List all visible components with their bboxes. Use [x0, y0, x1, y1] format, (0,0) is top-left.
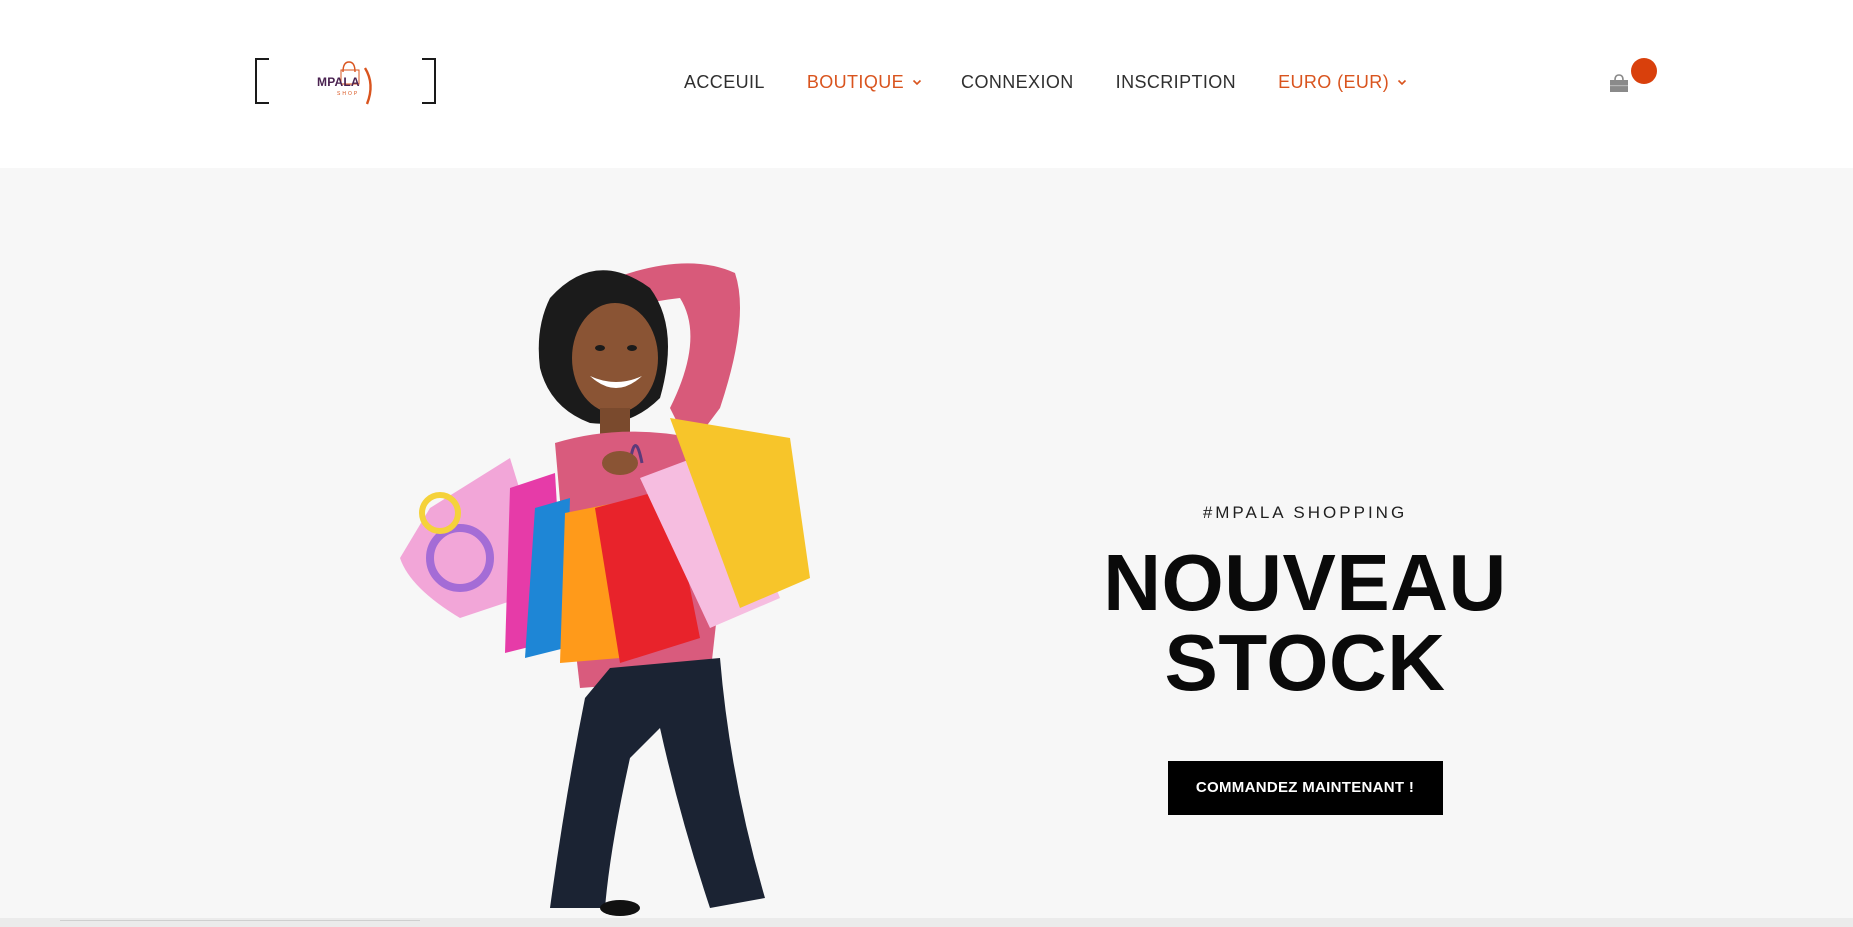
nav-item-label: BOUTIQUE: [806, 71, 905, 92]
nav-item-inscription[interactable]: INSCRIPTION: [1116, 72, 1236, 93]
nav-item-label: INSCRIPTION: [1115, 71, 1237, 92]
nav-item-acceuil[interactable]: ACCEUIL: [684, 72, 765, 93]
nav-item-boutique[interactable]: BOUTIQUE: [807, 72, 923, 93]
chevron-down-icon: [912, 79, 922, 86]
hero-title: NOUVEAU STOCK: [1103, 538, 1507, 707]
nav-item-connexion[interactable]: CONNEXION: [961, 72, 1074, 93]
nav-item-label: CONNEXION: [961, 71, 1074, 92]
hero-content: #MPALA SHOPPING NOUVEAU STOCK COMMANDEZ …: [960, 503, 1650, 815]
hero-tagline: #MPALA SHOPPING: [1202, 503, 1408, 522]
logo-bracket-right: [422, 58, 436, 104]
currency-selector[interactable]: EURO (EUR): [1278, 72, 1408, 93]
cart-button[interactable]: [1604, 56, 1658, 96]
chevron-down-icon: [1398, 79, 1407, 86]
main-nav: ACCEUIL BOUTIQUE CONNEXION INSCRIPTION E…: [684, 70, 1450, 94]
horizontal-scrollbar[interactable]: [60, 920, 420, 921]
logo-name: MPALA: [317, 75, 360, 89]
order-now-button[interactable]: COMMANDEZ MAINTENANT !: [1167, 761, 1443, 815]
woman-with-shopping-bags-image: [400, 263, 810, 916]
hero-banner: #MPALA SHOPPING NOUVEAU STOCK COMMANDEZ …: [0, 168, 1853, 918]
site-header: MPALA SHOP ACCEUIL BOUTIQUE CONNEXION IN…: [0, 0, 1853, 168]
logo-subtitle: SHOP: [337, 91, 360, 97]
currency-label: EURO (EUR): [1278, 71, 1390, 92]
cart-count-badge: [1631, 58, 1657, 84]
logo-bracket-left: [255, 58, 269, 104]
page-bottom-strip: [0, 918, 1853, 927]
site-logo[interactable]: MPALA SHOP: [255, 58, 436, 105]
shopping-bag-icon: [1610, 74, 1628, 92]
nav-item-label: ACCEUIL: [684, 71, 765, 92]
